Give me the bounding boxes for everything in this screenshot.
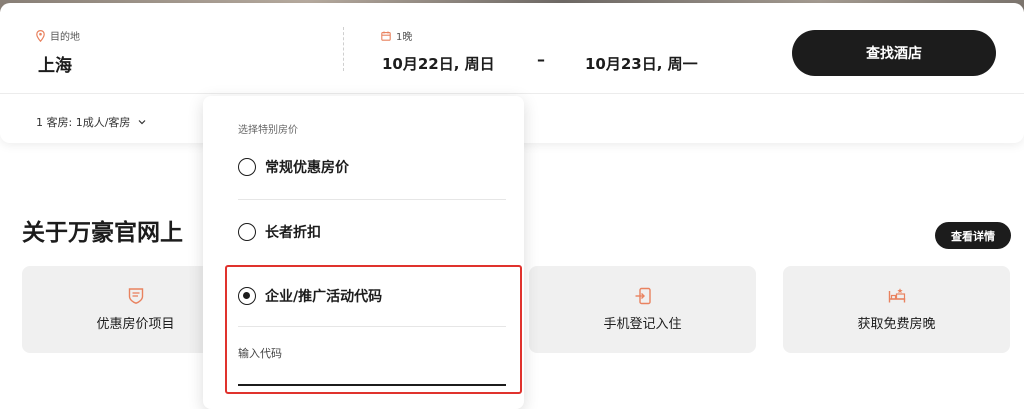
rate-option-senior[interactable]: 长者折扣 <box>238 222 321 242</box>
mobile-checkin-icon <box>635 287 651 305</box>
option-divider <box>238 199 506 200</box>
section-title: 关于万豪官网上 <box>22 220 183 246</box>
calendar-icon <box>381 31 391 41</box>
chevron-down-icon <box>138 120 146 125</box>
radio-button[interactable] <box>238 158 256 176</box>
rate-option-label: 企业/推广活动代码 <box>265 289 383 305</box>
search-bar: 目的地 上海 1晚 10月22日, 周日 – 10月23日, 周一 查找酒店 <box>0 3 1024 94</box>
nights-label: 1晚 <box>381 28 412 43</box>
destination-label: 目的地 <box>36 28 80 43</box>
date-separator: – <box>537 50 545 69</box>
promo-code-input[interactable] <box>238 342 506 386</box>
nights-label-text: 1晚 <box>396 32 413 43</box>
location-pin-icon <box>36 29 45 42</box>
checkin-date[interactable]: 10月22日, 周日 <box>382 53 495 74</box>
field-divider <box>343 27 344 71</box>
rate-option-regular[interactable]: 常规优惠房价 <box>238 157 349 177</box>
option-divider <box>238 326 506 327</box>
find-hotel-button[interactable]: 查找酒店 <box>792 30 996 76</box>
benefit-card-mobile-checkin[interactable]: 手机登记入住 <box>529 266 756 353</box>
benefit-label: 获取免费房晚 <box>857 317 936 332</box>
rate-option-corporate[interactable]: 企业/推广活动代码 <box>238 286 382 306</box>
benefit-card-free-nights[interactable]: 获取免费房晚 <box>783 266 1010 353</box>
special-rate-heading: 选择特别房价 <box>238 125 298 136</box>
rate-option-label: 长者折扣 <box>265 225 321 241</box>
destination-label-text: 目的地 <box>50 32 80 43</box>
rooms-guests-selector[interactable]: 1 客房: 1成人/客房 <box>36 114 146 130</box>
rooms-guests-text: 1 客房: 1成人/客房 <box>36 116 131 129</box>
tag-shield-icon <box>128 288 143 304</box>
special-rate-popup: 选择特别房价 常规优惠房价 长者折扣 企业/推广活动代码 <box>203 96 524 409</box>
checkout-date[interactable]: 10月23日, 周一 <box>585 53 698 74</box>
view-details-button[interactable]: 查看详情 <box>935 222 1011 249</box>
radio-button[interactable] <box>238 223 256 241</box>
destination-value[interactable]: 上海 <box>38 51 72 76</box>
benefit-label: 优惠房价项目 <box>96 317 175 332</box>
rate-option-label: 常规优惠房价 <box>265 160 349 176</box>
free-night-bed-icon <box>888 288 905 303</box>
benefit-label: 手机登记入住 <box>603 317 682 332</box>
radio-button-selected[interactable] <box>238 287 256 305</box>
